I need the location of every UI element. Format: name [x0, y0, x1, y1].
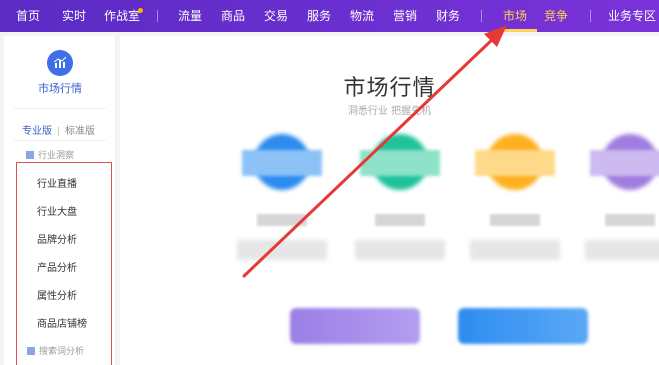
edition-tabs: 专业版 标准版	[22, 122, 95, 137]
section-icon	[27, 347, 35, 355]
blurred-text	[585, 240, 659, 260]
nav-realtime[interactable]: 实时	[62, 9, 86, 23]
main-content: 市场行情 洞悉行业 把握先机	[120, 36, 659, 365]
top-navigation-bar: 首页 实时 作战室 流量 商品 交易 服务 物流 营销 财务 市场 竞争 业务专…	[0, 0, 659, 32]
pixelated-area	[590, 150, 659, 176]
menu-item-product-analysis[interactable]: 产品分析	[37, 259, 77, 274]
pixelated-area	[475, 150, 555, 176]
page-subtitle: 洞悉行业 把握先机	[347, 106, 432, 117]
nav-goods[interactable]: 商品	[221, 9, 245, 23]
nav-marketing[interactable]: 营销	[393, 9, 417, 23]
blurred-label	[257, 214, 307, 226]
menu-item-attribute-analysis[interactable]: 属性分析	[37, 287, 77, 302]
section-icon	[26, 151, 34, 159]
tab-separator	[58, 126, 59, 136]
nav-war-room[interactable]: 作战室	[104, 9, 140, 23]
nav-separator	[590, 10, 591, 22]
feature-card[interactable]	[232, 128, 332, 268]
nav-separator	[481, 10, 482, 22]
blurred-label	[375, 214, 425, 226]
tab-standard[interactable]: 标准版	[65, 122, 95, 137]
nav-logistics[interactable]: 物流	[350, 9, 374, 23]
pixelated-area	[242, 150, 322, 176]
section-label: 行业洞察	[38, 151, 75, 161]
nav-business-zone[interactable]: 业务专区	[608, 9, 656, 23]
section-search-term[interactable]: 搜索词分析	[27, 344, 84, 357]
tab-pro[interactable]: 专业版	[22, 122, 52, 137]
nav-trade[interactable]: 交易	[264, 9, 288, 23]
menu-item-industry-overview[interactable]: 行业大盘	[37, 203, 77, 218]
blurred-label	[490, 214, 540, 226]
feature-card[interactable]	[350, 128, 450, 268]
section-industry-insight[interactable]: 行业洞察	[26, 148, 74, 161]
menu-item-industry-live[interactable]: 行业直播	[37, 175, 77, 190]
nav-market[interactable]: 市场	[503, 9, 527, 23]
menu-item-store-ranking[interactable]: 商品店铺榜	[37, 315, 87, 330]
active-tab-indicator	[497, 29, 537, 32]
pixelated-area	[360, 150, 440, 176]
blurred-text	[355, 240, 445, 260]
chart-logo-icon	[47, 50, 73, 76]
nav-separator	[157, 10, 158, 22]
divider	[14, 140, 106, 141]
blurred-text	[237, 240, 327, 260]
menu-item-brand-analysis[interactable]: 品牌分析	[37, 231, 77, 246]
nav-traffic[interactable]: 流量	[178, 9, 202, 23]
blurred-button[interactable]	[290, 308, 420, 344]
feature-card[interactable]	[580, 128, 659, 268]
blurred-button[interactable]	[458, 308, 588, 344]
section-label: 搜索词分析	[39, 347, 85, 357]
sidebar-title: 市场行情	[38, 82, 82, 95]
nav-service[interactable]: 服务	[307, 9, 331, 23]
nav-home[interactable]: 首页	[16, 9, 40, 23]
blurred-label	[605, 214, 655, 226]
feature-card[interactable]	[465, 128, 565, 268]
highlighted-menu-box: 行业直播 行业大盘 品牌分析 产品分析 属性分析 商品店铺榜 搜索词分析	[16, 162, 112, 365]
divider	[14, 108, 106, 109]
new-badge-dot	[138, 8, 143, 13]
nav-finance[interactable]: 财务	[436, 9, 460, 23]
page-title: 市场行情	[343, 76, 436, 101]
blurred-text	[470, 240, 560, 260]
nav-competition[interactable]: 竞争	[544, 9, 568, 23]
